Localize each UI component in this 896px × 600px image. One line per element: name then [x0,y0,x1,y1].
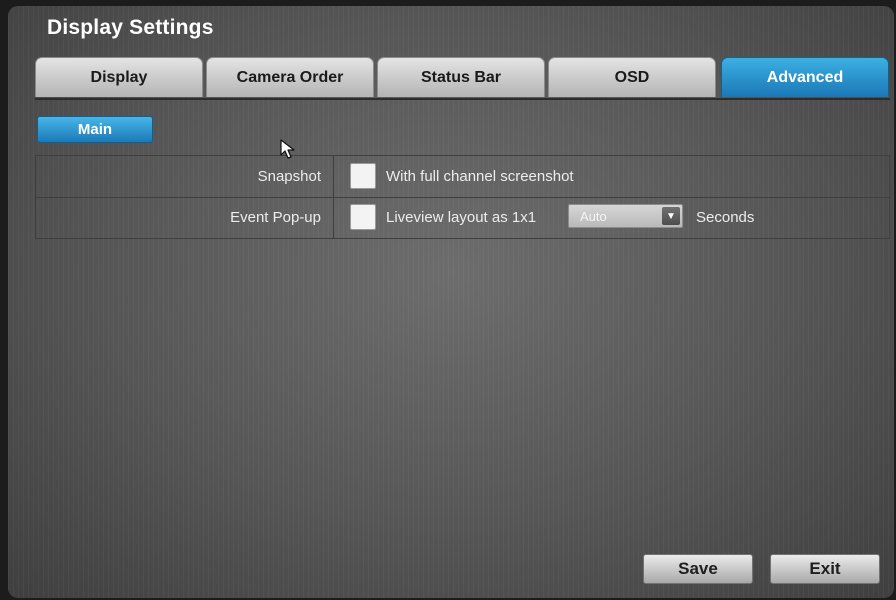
subtab-main[interactable]: Main [37,116,153,143]
snapshot-checkbox[interactable] [350,163,376,189]
mouse-cursor-icon [280,139,295,159]
advanced-settings-table: Snapshot With full channel screenshot Ev… [35,155,890,239]
liveview-layout-label: Liveview layout as 1x1 [386,209,537,226]
tab-camera-order[interactable]: Camera Order [206,57,374,97]
display-settings-window: Display Settings Display Camera Order St… [8,6,894,598]
exit-button[interactable]: Exit [770,554,880,584]
snapshot-row: Snapshot With full channel screenshot [36,156,889,198]
popup-duration-select[interactable]: Auto ▼ [568,204,683,228]
liveview-layout-checkbox[interactable] [350,204,376,230]
save-button[interactable]: Save [643,554,753,584]
snapshot-label: Snapshot [36,156,334,197]
tab-display[interactable]: Display [35,57,203,97]
window-title: Display Settings [47,16,214,39]
tab-advanced[interactable]: Advanced [721,57,889,97]
event-popup-label: Event Pop-up [36,197,334,238]
tab-osd[interactable]: OSD [548,57,716,97]
tab-status-bar[interactable]: Status Bar [377,57,545,97]
popup-duration-value: Auto [580,209,607,224]
chevron-down-icon[interactable]: ▼ [662,207,680,225]
tab-divider [35,98,890,100]
event-popup-row: Event Pop-up Liveview layout as 1x1 Auto… [36,197,889,238]
popup-duration-unit: Seconds [696,209,755,226]
snapshot-option-label: With full channel screenshot [386,168,574,185]
